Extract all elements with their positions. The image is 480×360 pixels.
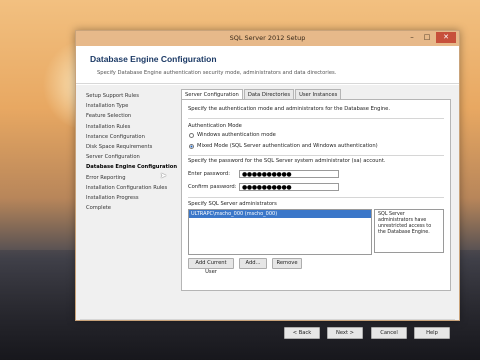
step-feature-selection: Feature Selection — [86, 113, 132, 120]
config-panel: Server Configuration Data Directories Us… — [181, 89, 451, 291]
next-button[interactable]: Next > — [327, 327, 363, 339]
admin-list-item[interactable]: ULTRAPC\mscho_000 (mscho_000) — [189, 210, 371, 218]
back-button[interactable]: < Back — [284, 327, 320, 339]
title-bar: SQL Server 2012 Setup – □ ✕ — [76, 31, 459, 46]
maximize-icon[interactable]: □ — [421, 32, 433, 43]
enter-password-field[interactable]: ●●●●●●●●●● — [239, 170, 339, 178]
remove-button[interactable]: Remove — [272, 258, 302, 269]
admins-label: Specify SQL Server administrators — [188, 201, 277, 207]
step-complete: Complete — [86, 205, 112, 212]
password-section-label: Specify the password for the SQL Server … — [188, 158, 386, 164]
radio-windows-auth[interactable] — [189, 133, 194, 138]
minimize-icon[interactable]: – — [406, 32, 418, 43]
tab-strip: Server Configuration Data Directories Us… — [181, 89, 451, 100]
wizard-body: Setup Support Rules Installation Type Fe… — [76, 85, 459, 339]
cancel-button[interactable]: Cancel — [371, 327, 407, 339]
admins-list[interactable]: ULTRAPC\mscho_000 (mscho_000) — [188, 209, 372, 255]
step-installation-configuration-rules: Installation Configuration Rules — [86, 184, 168, 191]
add-current-user-button[interactable]: Add Current User — [188, 258, 234, 275]
mouse-cursor-icon: ➤ — [160, 171, 167, 180]
footer-divider — [80, 319, 455, 320]
radio-mixed-mode-label: Mixed Mode (SQL Server authentication an… — [197, 143, 378, 149]
step-instance-configuration: Instance Configuration — [86, 133, 145, 140]
window-title: SQL Server 2012 Setup — [229, 34, 306, 42]
step-server-configuration: Server Configuration — [86, 154, 140, 161]
step-disk-space-requirements: Disk Space Requirements — [86, 143, 153, 150]
step-setup-support-rules: Setup Support Rules — [86, 93, 139, 99]
wizard-steps: Setup Support Rules Installation Type Fe… — [86, 91, 177, 213]
confirm-password-field[interactable]: ●●●●●●●●●● — [239, 183, 339, 191]
help-button[interactable]: Help — [414, 327, 450, 339]
page-title: Database Engine Configuration — [90, 54, 217, 64]
admins-note: SQL Server administrators have unrestric… — [374, 209, 444, 253]
tab-page-server-configuration: Specify the authentication mode and admi… — [181, 99, 451, 291]
page-header: Database Engine Configuration Specify Da… — [76, 46, 459, 84]
confirm-password-label: Confirm password: — [188, 184, 237, 190]
enter-password-label: Enter password: — [188, 171, 230, 177]
add-button[interactable]: Add... — [239, 258, 267, 269]
radio-mixed-mode[interactable] — [189, 144, 194, 149]
step-installation-rules: Installation Rules — [86, 123, 131, 130]
radio-windows-auth-label: Windows authentication mode — [197, 132, 276, 138]
close-icon[interactable]: ✕ — [436, 32, 456, 43]
intro-text: Specify the authentication mode and admi… — [188, 106, 391, 112]
page-subtitle: Specify Database Engine authentication s… — [97, 70, 337, 76]
setup-window: SQL Server 2012 Setup – □ ✕ Database Eng… — [75, 30, 460, 339]
divider — [188, 197, 444, 198]
divider — [188, 155, 444, 156]
step-installation-progress: Installation Progress — [86, 194, 139, 201]
divider — [188, 118, 444, 119]
auth-mode-label: Authentication Mode — [188, 123, 242, 129]
step-installation-type: Installation Type — [86, 103, 129, 110]
